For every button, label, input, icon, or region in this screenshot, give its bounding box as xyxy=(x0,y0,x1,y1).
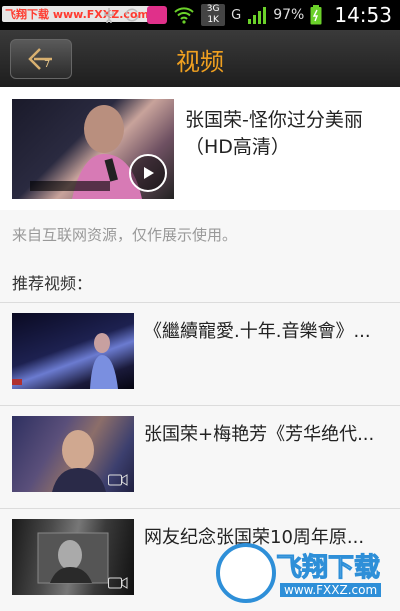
watermark-logo: 飞翔下载 www.FXXZ.com xyxy=(214,539,400,609)
list-item[interactable]: 《繼續寵愛.十年.音樂會》... xyxy=(0,302,400,405)
battery-percent: 97% xyxy=(273,7,305,23)
network-type: G xyxy=(231,7,242,23)
battery-icon xyxy=(310,5,322,25)
recommended-header: 推荐视频： xyxy=(0,258,400,302)
status-icons: 3G 1K G 97% 14:53 xyxy=(101,0,392,30)
video-thumbnail[interactable] xyxy=(12,519,134,595)
main-video-thumbnail[interactable] xyxy=(12,99,174,199)
wifi-icon xyxy=(174,7,194,24)
network-3g-label: 3G xyxy=(206,4,220,14)
video-thumbnail[interactable] xyxy=(12,416,134,492)
list-item[interactable]: 张国荣+梅艳芳《芳华绝代... xyxy=(0,405,400,508)
video-thumbnail[interactable] xyxy=(12,313,134,389)
page-title: 视频 xyxy=(176,48,224,76)
main-video-title[interactable]: 张国荣-怪你过分美丽（HD高清） xyxy=(185,107,395,161)
signal-icon xyxy=(248,7,267,24)
clock: 14:53 xyxy=(334,3,392,27)
status-bar: 飞翔下载 www.FXXZ.com 3G 1K G 97% 14:53 xyxy=(0,0,400,30)
app-header: 7 视频 xyxy=(0,30,400,88)
play-button[interactable] xyxy=(129,154,167,192)
usb-icon xyxy=(104,8,114,23)
source-note: 来自互联网资源，仅作展示使用。 xyxy=(12,226,238,244)
video-camera-icon xyxy=(108,474,128,486)
watermark-brand: 飞翔下载 xyxy=(275,553,381,584)
video-title[interactable]: 《繼續寵愛.十年.音樂會》... xyxy=(144,317,394,343)
network-3g-badge: 3G 1K xyxy=(201,4,226,26)
watermark-badge-icon xyxy=(216,543,276,603)
concert-stage xyxy=(12,333,118,389)
video-camera-icon xyxy=(108,577,128,589)
main-video-card[interactable]: 张国荣-怪你过分美丽（HD高清） xyxy=(0,87,400,211)
source-note-row: 来自互联网资源，仅作展示使用。 xyxy=(0,210,400,259)
play-icon xyxy=(144,167,154,179)
app-notification-icon xyxy=(147,6,168,24)
watermark-url: www.FXXZ.com xyxy=(280,583,382,597)
video-title[interactable]: 张国荣+梅艳芳《芳华绝代... xyxy=(144,420,394,446)
recommended-heading: 推荐视频： xyxy=(12,274,93,293)
sync-icon xyxy=(125,8,139,22)
